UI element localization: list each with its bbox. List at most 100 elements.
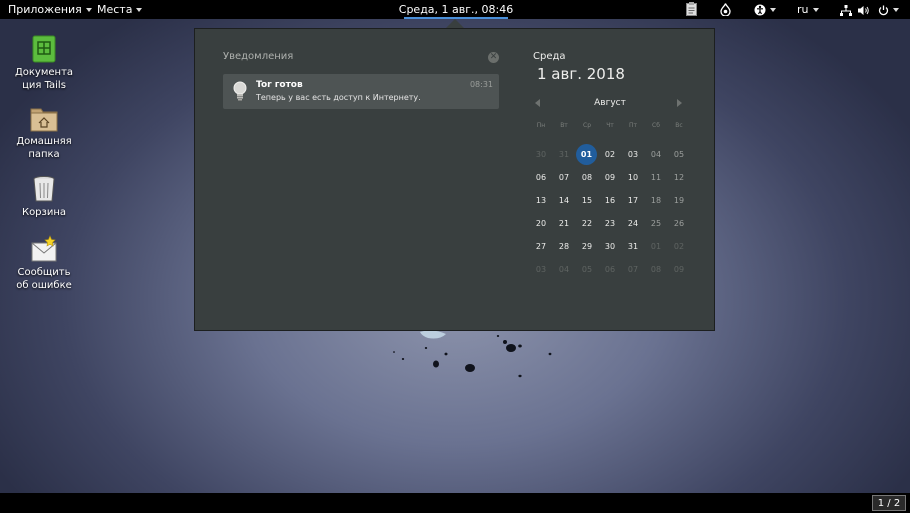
calendar-day[interactable]: 08 (645, 259, 667, 280)
calendar-day[interactable]: 26 (668, 213, 690, 234)
network-icon (840, 4, 852, 16)
calendar-day[interactable]: 20 (530, 213, 552, 234)
calendar-day[interactable]: 02 (599, 144, 621, 165)
calendar-weekday: Среда (533, 51, 566, 62)
clipboard-icon[interactable] (686, 2, 697, 16)
documentation-icon (30, 35, 58, 63)
notification-item[interactable]: Tor готов Теперь у вас есть доступ к Инт… (223, 74, 499, 109)
wallpaper-splash (393, 330, 552, 378)
calendar-day[interactable]: 06 (599, 259, 621, 280)
notification-body: Теперь у вас есть доступ к Интернету. (256, 93, 421, 102)
calendar-day[interactable]: 27 (530, 236, 552, 257)
calendar-day[interactable]: 10 (622, 167, 644, 188)
calendar-day[interactable]: 01 (645, 236, 667, 257)
calendar-day[interactable]: 04 (553, 259, 575, 280)
calendar-day[interactable]: 07 (553, 167, 575, 188)
home-folder-icon (30, 104, 58, 132)
calendar-day[interactable]: 03 (530, 259, 552, 280)
calendar-date: 1 авг. 2018 (537, 65, 625, 83)
calendar-day[interactable]: 07 (622, 259, 644, 280)
calendar-day[interactable]: 14 (553, 190, 575, 211)
desktop-icon-label: Сообщить (17, 267, 71, 278)
desktop-icon-label: Документа (14, 67, 74, 78)
desktop-icon-label: папка (28, 149, 60, 160)
next-month-icon[interactable] (677, 99, 682, 107)
desktop-icon-label: Домашняя (16, 136, 72, 147)
calendar-day[interactable]: 30 (530, 144, 552, 165)
calendar-day[interactable]: 29 (576, 236, 598, 257)
calendar-day[interactable]: 23 (599, 213, 621, 234)
calendar-weekday-label: Сб (652, 122, 660, 129)
applications-menu-label: Приложения (8, 3, 82, 16)
calendar-weekday-label: Чт (606, 122, 614, 129)
notification-time: 08:31 (469, 80, 493, 89)
applications-menu[interactable]: Приложения (8, 0, 92, 19)
calendar-day[interactable]: 28 (553, 236, 575, 257)
keyboard-layout-menu[interactable]: ru (797, 0, 819, 19)
calendar-day[interactable]: 06 (530, 167, 552, 188)
system-status-menu[interactable] (840, 0, 899, 19)
accessibility-menu[interactable] (754, 0, 776, 19)
places-menu-label: Места (97, 3, 133, 16)
calendar-day[interactable]: 12 (668, 167, 690, 188)
bug-report-icon (30, 235, 58, 263)
workspace-indicator[interactable]: 1 / 2 (872, 495, 906, 511)
desktop-icon-label: об ошибке (16, 280, 72, 291)
chevron-down-icon (893, 8, 899, 12)
calendar-weekday-label: Пт (628, 122, 637, 129)
calendar-day[interactable]: 16 (599, 190, 621, 211)
calendar-popover: Уведомления ✕ Tor готов Теперь у вас ест… (194, 28, 715, 331)
calendar-day[interactable]: 04 (645, 144, 667, 165)
calendar-day[interactable]: 30 (599, 236, 621, 257)
desktop-icon-label: ция Tails (22, 80, 66, 91)
calendar-weekday-label: Вс (675, 122, 683, 129)
power-icon (878, 5, 889, 15)
calendar-day[interactable]: 13 (530, 190, 552, 211)
calendar-day[interactable]: 02 (668, 236, 690, 257)
desktop-icon-bug-report[interactable]: Сообщить об ошибке (5, 235, 83, 292)
calendar-day[interactable]: 09 (599, 167, 621, 188)
bottom-bar: 1 / 2 (0, 493, 910, 513)
calendar-day[interactable]: 05 (576, 259, 598, 280)
notification-title: Tor готов (256, 80, 303, 90)
top-bar: Приложения Места Среда, 1 авг., 08:46 ru (0, 0, 910, 19)
calendar-weekday-label: Пн (536, 122, 546, 129)
accessibility-icon (754, 4, 766, 16)
onion-icon[interactable] (720, 3, 731, 17)
popover-arrow (446, 19, 464, 28)
calendar-day[interactable]: 15 (576, 190, 598, 211)
chevron-down-icon (136, 8, 143, 12)
previous-month-icon[interactable] (535, 99, 540, 107)
calendar-day[interactable]: 03 (622, 144, 644, 165)
calendar-weekday-row: Пн Вт Ср Чт Пт Сб Вс (530, 122, 690, 132)
calendar-weekday-label: Ср (583, 122, 591, 129)
calendar-grid: 30 31 01 02 03 04 05 06 07 08 09 10 11 12 13 14 15 16 17 18… (530, 144, 690, 284)
clear-notifications-icon[interactable]: ✕ (488, 52, 499, 63)
calendar-day[interactable]: 24 (622, 213, 644, 234)
desktop-icon-documentation[interactable]: Документа ция Tails (5, 35, 83, 92)
calendar-day[interactable]: 08 (576, 167, 598, 188)
calendar-day[interactable]: 11 (645, 167, 667, 188)
desktop-icon-trash[interactable]: Корзина (5, 175, 83, 219)
calendar-day[interactable]: 31 (622, 236, 644, 257)
calendar-day[interactable]: 01 (576, 144, 597, 165)
calendar-month: Август (594, 98, 626, 108)
calendar-day[interactable]: 25 (645, 213, 667, 234)
volume-icon (857, 5, 869, 15)
calendar-day[interactable]: 21 (553, 213, 575, 234)
calendar-day[interactable]: 31 (553, 144, 575, 165)
calendar-day[interactable]: 09 (668, 259, 690, 280)
lightbulb-icon (233, 81, 247, 101)
calendar-day[interactable]: 18 (645, 190, 667, 211)
calendar-day[interactable]: 17 (622, 190, 644, 211)
clock-label: Среда, 1 авг., 08:46 (398, 3, 514, 16)
desktop-icon-home-folder[interactable]: Домашняя папка (5, 104, 83, 161)
keyboard-layout-label: ru (797, 3, 809, 16)
calendar-day[interactable]: 05 (668, 144, 690, 165)
calendar-day[interactable]: 19 (668, 190, 690, 211)
calendar-day[interactable]: 22 (576, 213, 598, 234)
places-menu[interactable]: Места (97, 0, 143, 19)
trash-icon (30, 175, 58, 203)
desktop-icon-label: Корзина (21, 207, 67, 218)
calendar-weekday-label: Вт (560, 122, 568, 129)
